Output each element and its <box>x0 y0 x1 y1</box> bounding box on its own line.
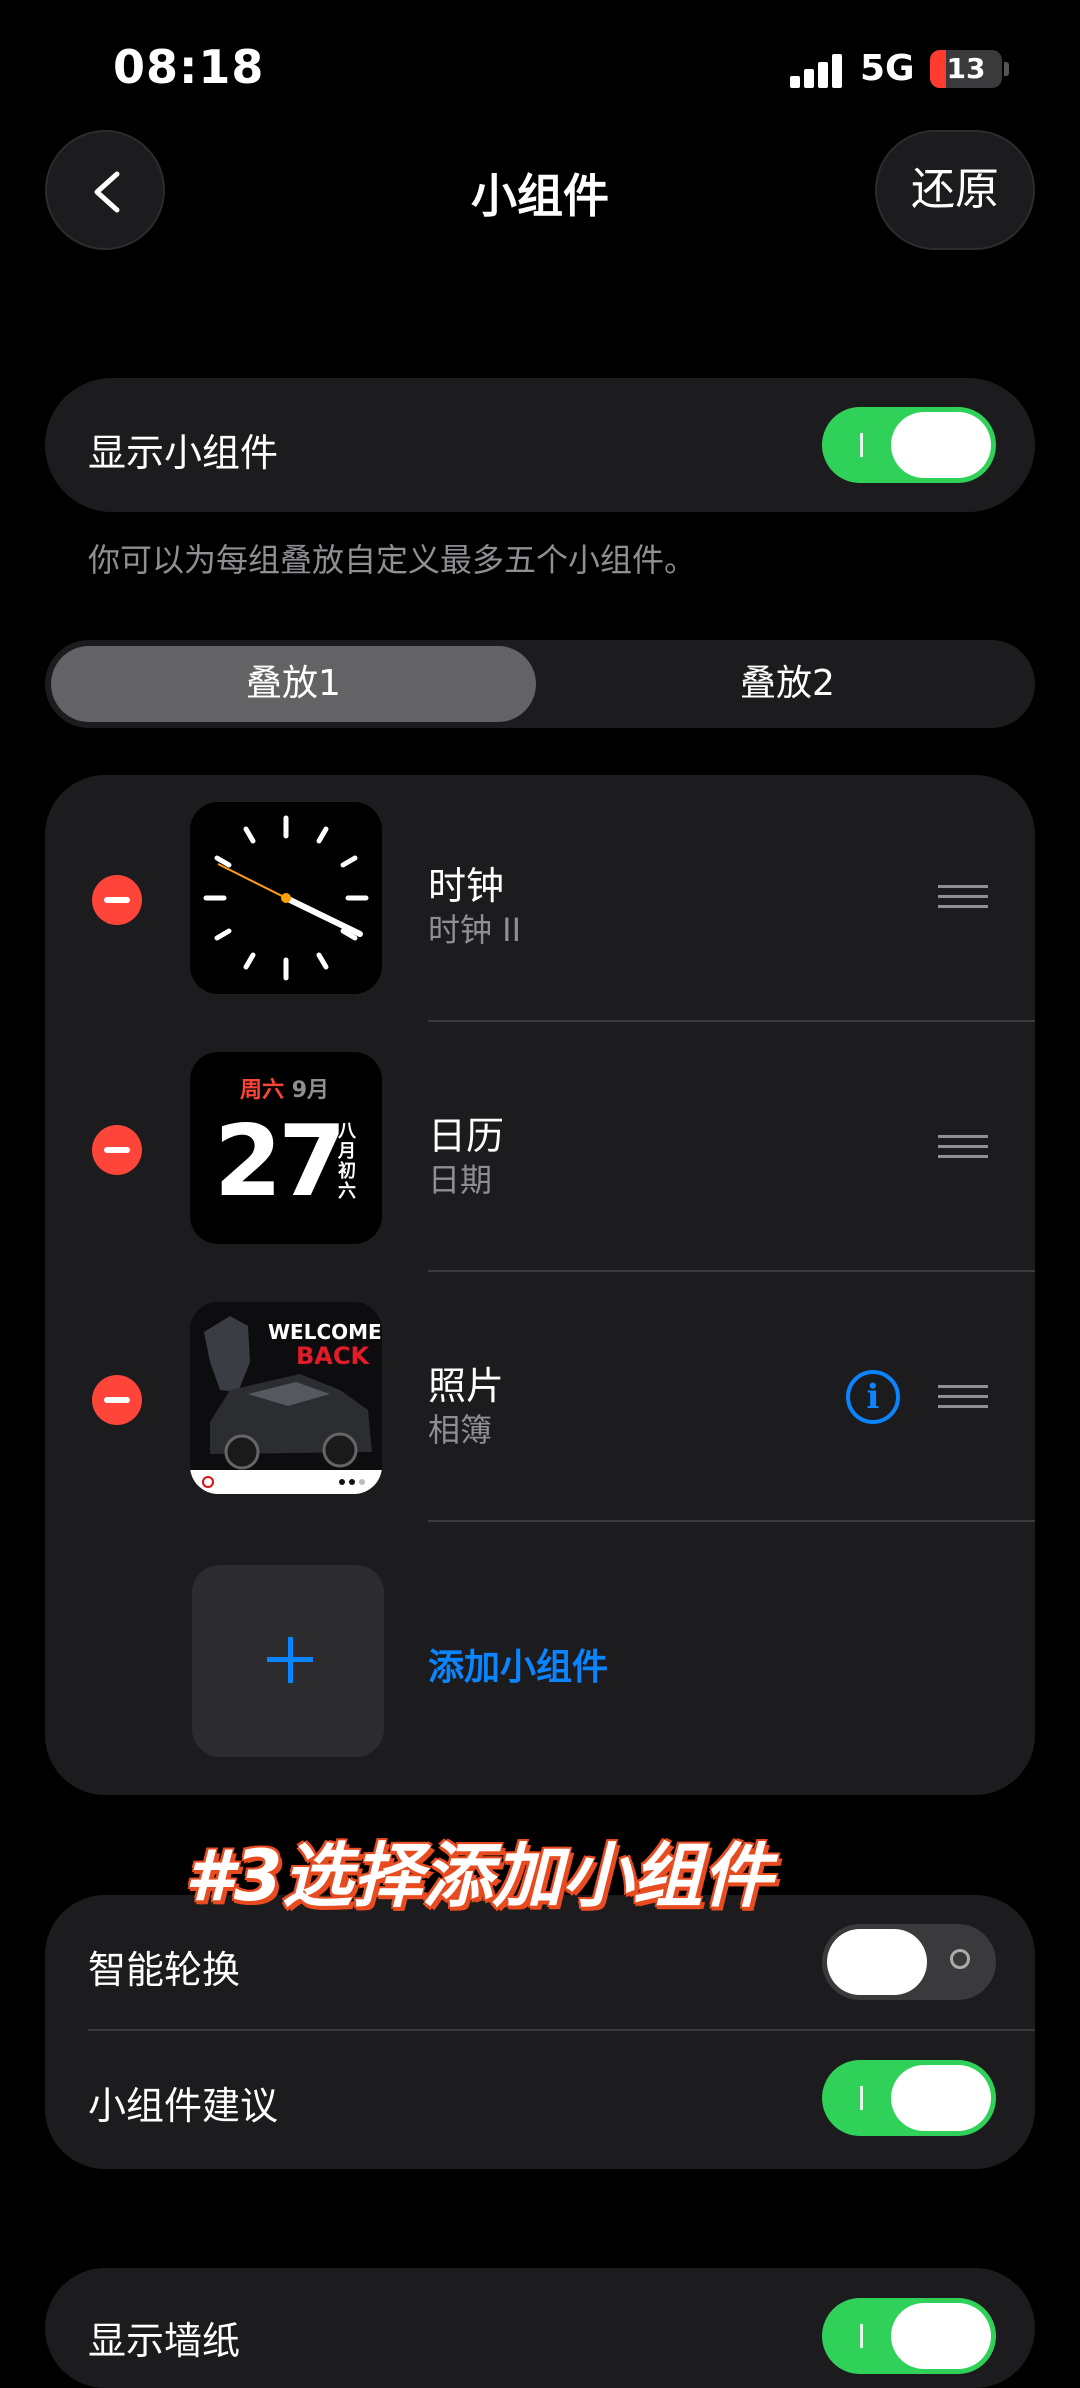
battery-level: 13 <box>946 52 986 85</box>
remove-clock-button[interactable] <box>92 875 142 925</box>
reorder-handle-icon[interactable] <box>938 1135 988 1159</box>
remove-calendar-button[interactable] <box>92 1125 142 1175</box>
widget-suggestions-toggle[interactable] <box>822 2060 996 2136</box>
signal-icon <box>790 52 846 88</box>
status-time: 08:18 <box>113 40 265 94</box>
restore-button[interactable]: 还原 <box>875 130 1035 250</box>
show-wallpaper-toggle[interactable] <box>822 2298 996 2374</box>
show-widgets-label: 显示小组件 <box>88 431 279 475</box>
clock-face-icon <box>203 815 369 981</box>
divider <box>428 1270 1035 1272</box>
photo-text-welcome: WELCOME <box>268 1320 382 1344</box>
battery-tip <box>1004 62 1009 76</box>
divider <box>428 1520 1035 1522</box>
widget-sub-calendar: 日期 <box>428 1161 493 1199</box>
calendar-weekday: 周六 <box>240 1078 285 1103</box>
show-widgets-toggle[interactable] <box>822 407 996 483</box>
divider <box>428 1020 1035 1022</box>
info-icon[interactable]: i <box>846 1370 900 1424</box>
show-wallpaper-label: 显示墙纸 <box>88 2319 241 2363</box>
calendar-preview: 周六 9月 27 八月初六 <box>190 1052 382 1244</box>
widget-suggestions-label: 小组件建议 <box>88 2084 279 2128</box>
add-widget-button[interactable] <box>192 1565 384 1757</box>
settings-card: 智能轮换 小组件建议 <box>45 1895 1035 2169</box>
show-widgets-row: 显示小组件 <box>45 378 1035 512</box>
reorder-handle-icon[interactable] <box>938 885 988 909</box>
smart-rotate-label: 智能轮换 <box>88 1948 241 1992</box>
calendar-day: 27 <box>214 1105 346 1219</box>
widget-sub-photos: 相簿 <box>428 1411 493 1449</box>
show-wallpaper-row: 显示墙纸 <box>45 2268 1035 2388</box>
overlay-caption: #3选择添加小组件 <box>185 1835 773 1917</box>
stack-segmented-control: 叠放1 叠放2 <box>45 640 1035 728</box>
network-type: 5G <box>860 48 915 89</box>
widget-name-calendar: 日历 <box>428 1114 505 1158</box>
widget-name-clock: 时钟 <box>428 864 505 908</box>
divider <box>88 2029 1035 2031</box>
widget-name-photos: 照片 <box>428 1364 505 1408</box>
remove-photos-button[interactable] <box>92 1375 142 1425</box>
reorder-handle-icon[interactable] <box>938 1385 988 1409</box>
clock-preview <box>190 802 382 994</box>
battery-icon: 13 <box>930 50 1002 88</box>
smart-rotate-toggle[interactable] <box>822 1924 996 2000</box>
calendar-month: 9月 <box>291 1078 329 1103</box>
photo-preview: WELCOME BACK <box>190 1302 382 1494</box>
tab-stack-1[interactable]: 叠放1 <box>51 646 536 722</box>
calendar-lunar: 八月初六 <box>338 1121 356 1202</box>
widget-sub-clock: 时钟 II <box>428 911 522 949</box>
hint-text: 你可以为每组叠放自定义最多五个小组件。 <box>88 541 697 579</box>
photo-text-back: BACK <box>296 1342 370 1370</box>
add-widget-label[interactable]: 添加小组件 <box>428 1638 608 1690</box>
tab-stack-2[interactable]: 叠放2 <box>545 646 1030 722</box>
